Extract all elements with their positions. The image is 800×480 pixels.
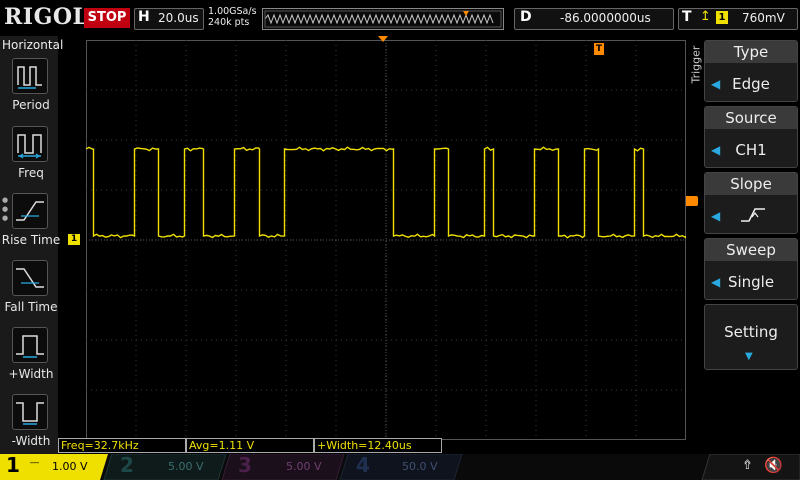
sample-rate: 1.00GSa/s [208, 6, 257, 17]
fall-time-label: Fall Time [4, 300, 58, 314]
delay-value: -86.0000000us [560, 11, 651, 25]
trigger-level: 760mV [742, 11, 785, 25]
trigger-level-marker [686, 196, 698, 206]
period-icon [17, 66, 42, 89]
trigger-sweep-title: Sweep [705, 239, 797, 261]
rising-edge-icon [741, 208, 765, 222]
trigger-position-marker: T [594, 43, 604, 55]
trigger-type-title: Type [705, 41, 797, 63]
menu-title: Horizontal [2, 38, 64, 52]
timebase-value: 20.0us [158, 11, 199, 25]
measure-frequency[interactable]: Freq=32.7kHz [58, 438, 186, 453]
rise-time-label: Rise Time [1, 233, 61, 247]
channel-3-scale: 5.00 V [286, 460, 322, 473]
trigger-type-value: Edge [732, 75, 770, 93]
run-stop-button[interactable]: STOP [84, 8, 130, 28]
trigger-source-value: CH1 [735, 141, 767, 159]
channel-1-coupling-icon: ― [30, 458, 39, 468]
down-arrow-icon: ▼ [745, 351, 753, 362]
frequency-button[interactable] [12, 126, 48, 162]
trigger-source-button[interactable]: Source ◀ CH1 [704, 106, 798, 168]
trigger-sweep-value: Single [727, 273, 775, 291]
trigger-source-badge: 1 [716, 11, 728, 24]
menu-page-dots: ● ● ● [2, 196, 9, 222]
memory-overview-strip [262, 8, 504, 30]
positive-width-button[interactable] [12, 327, 48, 363]
rising-edge-icon: ↥ [700, 9, 711, 24]
speaker-mute-icon[interactable]: 🔇 [764, 456, 783, 474]
measure-positive-width[interactable]: +Width=12.40us [314, 438, 442, 453]
ch1-offset-marker: 1 [68, 234, 80, 245]
negative-width-icon [16, 402, 44, 425]
period-label: Period [12, 98, 50, 112]
delay-label: D [520, 9, 532, 25]
trigger-menu-label: Trigger [689, 45, 703, 84]
memory-trigger-marker [463, 11, 469, 16]
waveform-grid[interactable] [86, 40, 686, 440]
left-arrow-icon: ◀ [711, 209, 721, 223]
channel-4-scale: 50.0 V [402, 460, 438, 473]
trigger-setting-button[interactable]: Setting ▼ [704, 304, 798, 370]
channel-1-number[interactable]: 1 [6, 453, 20, 477]
frequency-label: Freq [18, 166, 44, 180]
brand-logo: RIGOL [4, 4, 89, 30]
rise-time-button[interactable] [12, 193, 48, 229]
channel-2-number[interactable]: 2 [120, 453, 134, 477]
trigger-slope-button[interactable]: Slope ◀ [704, 172, 798, 234]
negative-width-button[interactable] [12, 394, 48, 430]
channel-3-number[interactable]: 3 [238, 453, 252, 477]
memory-waveform-preview [264, 10, 502, 28]
measure-average[interactable]: Avg=1.11 V [186, 438, 314, 453]
positive-width-label: +Width [8, 367, 54, 381]
trigger-slope-title: Slope [705, 173, 797, 195]
channel-1-scale: 1.00 V [52, 460, 88, 473]
rise-time-icon [16, 201, 44, 221]
usb-icon: ⇮ [742, 458, 753, 473]
trigger-type-button[interactable]: Type ◀ Edge [704, 40, 798, 102]
negative-width-label: -Width [11, 434, 51, 448]
memory-depth: 240k pts [208, 17, 250, 28]
trigger-source-title: Source [705, 107, 797, 129]
horizontal-label: H [138, 9, 150, 25]
trigger-setting-title: Setting [724, 323, 778, 341]
channel-4-number[interactable]: 4 [356, 453, 370, 477]
period-button[interactable] [12, 58, 48, 94]
trigger-sweep-button[interactable]: Sweep ◀ Single [704, 238, 798, 300]
grid-lines [86, 40, 686, 440]
trigger-label: T [682, 9, 692, 25]
fall-time-button[interactable] [12, 260, 48, 296]
positive-width-icon [16, 335, 44, 358]
channel-2-scale: 5.00 V [168, 460, 204, 473]
frequency-icon [17, 134, 42, 159]
horizontal-position-marker [378, 36, 388, 42]
fall-time-icon [16, 268, 44, 288]
